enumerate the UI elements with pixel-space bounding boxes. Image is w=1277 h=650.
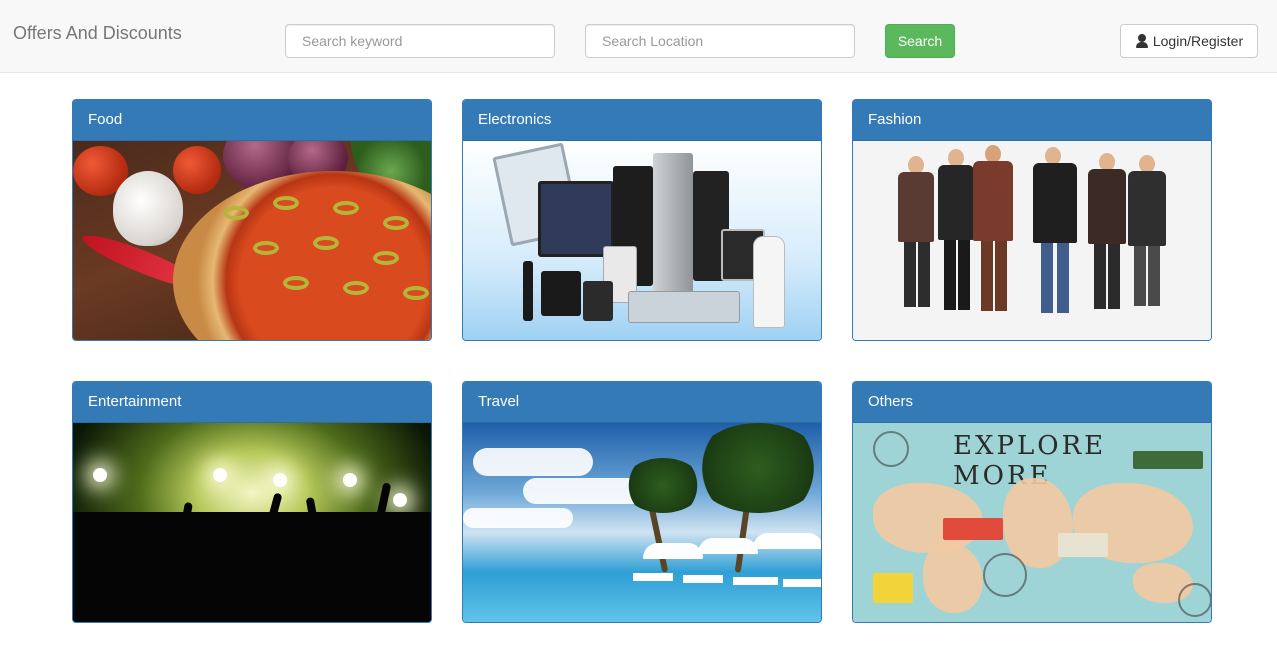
others-image[interactable]: EXPLORE MORE — [853, 423, 1211, 622]
user-icon — [1135, 34, 1149, 48]
login-register-button[interactable]: Login/Register — [1120, 24, 1258, 58]
login-register-label: Login/Register — [1152, 33, 1244, 49]
category-card-entertainment[interactable]: Entertainment — [72, 381, 432, 623]
category-title[interactable]: Entertainment — [73, 382, 431, 423]
category-title[interactable]: Food — [73, 100, 431, 141]
category-card-electronics[interactable]: Electronics — [462, 99, 822, 341]
electronics-image[interactable] — [463, 141, 821, 340]
travel-image[interactable] — [463, 423, 821, 622]
category-card-fashion[interactable]: Fashion — [852, 99, 1212, 341]
category-title[interactable]: Others — [853, 382, 1211, 423]
navbar: Offers And Discounts Search Login/Regist… — [0, 0, 1277, 73]
category-title[interactable]: Fashion — [853, 100, 1211, 141]
search-keyword-input[interactable] — [285, 24, 555, 58]
category-title[interactable]: Electronics — [463, 100, 821, 141]
brand-title[interactable]: Offers And Discounts — [13, 23, 182, 44]
fashion-image[interactable] — [853, 141, 1211, 340]
category-card-others[interactable]: Others EXPLORE MORE — [852, 381, 1212, 623]
category-card-food[interactable]: Food — [72, 99, 432, 341]
search-button[interactable]: Search — [885, 24, 955, 58]
entertainment-image[interactable] — [73, 423, 431, 622]
search-location-input[interactable] — [585, 24, 855, 58]
food-image[interactable] — [73, 141, 431, 340]
category-card-travel[interactable]: Travel — [462, 381, 822, 623]
category-title[interactable]: Travel — [463, 382, 821, 423]
